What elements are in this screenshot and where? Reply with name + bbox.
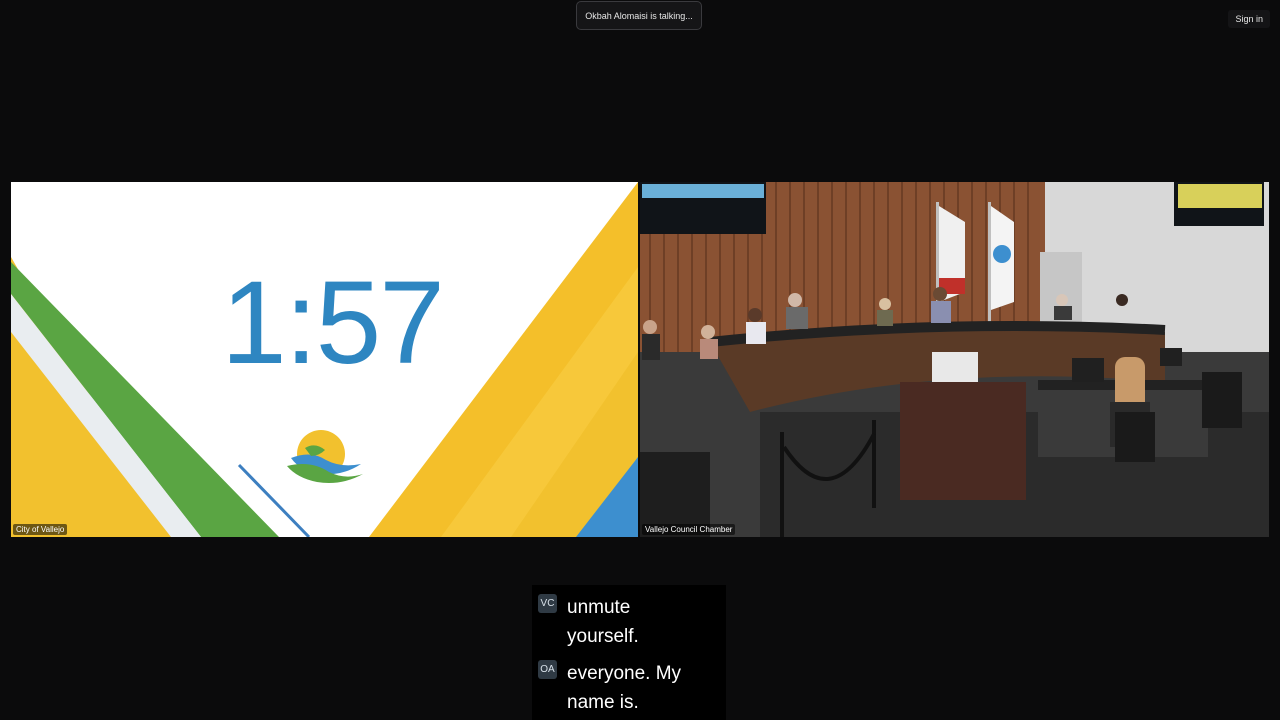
sign-in-button[interactable]: Sign in [1228, 10, 1270, 28]
caption-row: OA everyone. My name is. [538, 659, 720, 717]
caption-row: VC unmute yourself. [538, 593, 720, 651]
tile-label: Vallejo Council Chamber [642, 524, 736, 535]
talking-indicator: Okbah Alomaisi is talking... [576, 1, 702, 30]
avatar: VC [538, 594, 557, 613]
council-chamber-scene [640, 182, 1269, 537]
sign-in-label: Sign in [1235, 14, 1263, 24]
caption-text: unmute yourself. [567, 597, 639, 647]
talking-text: Okbah Alomaisi is talking... [585, 10, 693, 21]
city-logo-icon [287, 430, 363, 483]
tile-label: City of Vallejo [13, 524, 68, 535]
avatar: OA [538, 660, 557, 679]
caption-text: everyone. My name is. [567, 663, 682, 713]
captions-panel: VC unmute yourself. OA everyone. My name… [532, 585, 726, 720]
video-tile-city-of-vallejo[interactable]: 1:57 City of Vallejo [11, 182, 638, 537]
countdown-timer: 1:57 [221, 257, 445, 389]
video-tile-council-chamber[interactable]: Vallejo Council Chamber [640, 182, 1269, 537]
